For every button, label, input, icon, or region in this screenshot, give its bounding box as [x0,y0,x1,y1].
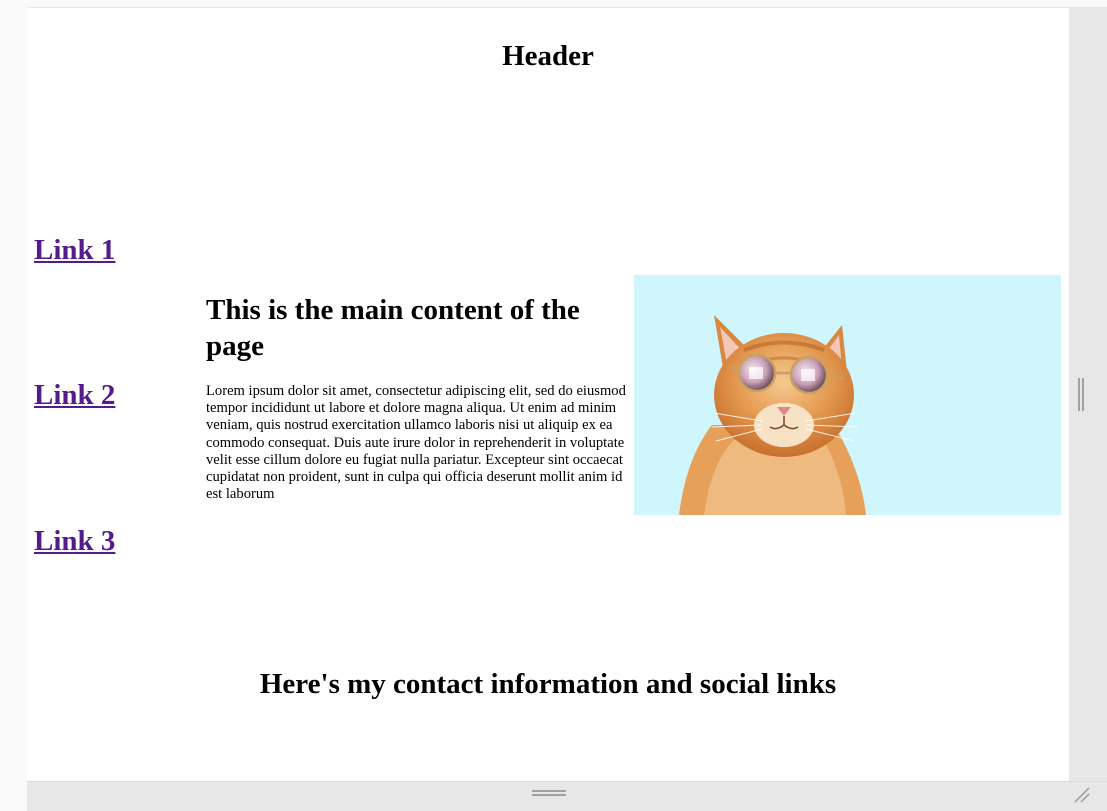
vertical-resize-gutter[interactable] [1069,7,1107,811]
cat-with-sunglasses-illustration [634,275,1061,515]
nav-link-3[interactable]: Link 3 [34,524,115,558]
horizontal-resize-gutter[interactable] [27,781,1107,811]
nav-link-1[interactable]: Link 1 [34,233,115,267]
horizontal-resize-handle[interactable] [532,789,566,797]
page-header: Header [502,40,594,72]
footer-heading: Here's my contact information and social… [259,668,837,700]
preview-frame: Header Link 1 Link 2 Link 3 This is the … [27,7,1069,781]
vertical-resize-handle[interactable] [1077,378,1085,411]
nav-link-2[interactable]: Link 2 [34,378,115,412]
main-paragraph: Lorem ipsum dolor sit amet, consectetur … [206,383,626,503]
corner-resize-icon[interactable] [1072,785,1092,805]
cat-image [634,275,1061,515]
main-heading: This is the main content of the page [206,294,580,362]
